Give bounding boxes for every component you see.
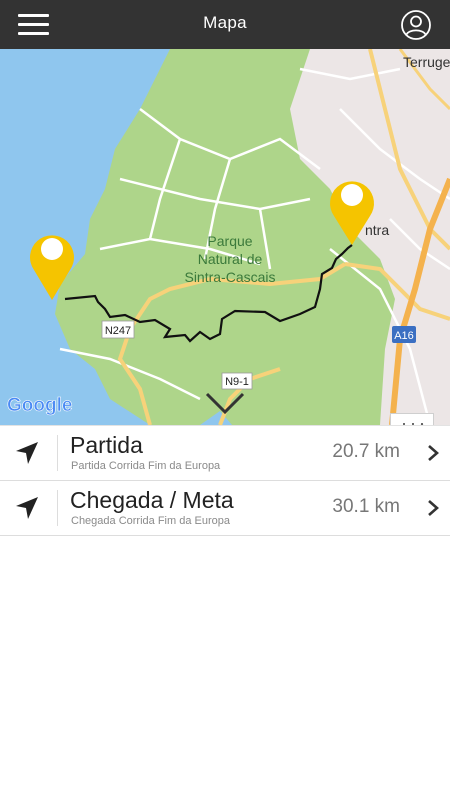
navigation-arrow-icon xyxy=(16,497,38,519)
list-item-title: Partida xyxy=(70,432,143,458)
park-label-1: Parque xyxy=(207,233,252,249)
list-item-distance: 30.1 km xyxy=(332,496,400,517)
divider xyxy=(57,490,58,526)
town-label-terrugem: Terruge xyxy=(403,54,450,70)
park-label-2: Natural de xyxy=(198,251,263,267)
chevron-down-icon[interactable] xyxy=(203,388,247,418)
filter-sliders-icon[interactable] xyxy=(390,413,434,425)
list-item[interactable]: Partida Partida Corrida Fim da Europa 20… xyxy=(0,425,450,481)
list-item-distance: 20.7 km xyxy=(332,441,400,462)
list-item-subtitle: Partida Corrida Fim da Europa xyxy=(71,460,221,472)
road-label-a16: A16 xyxy=(394,330,414,342)
top-app-bar: Mapa xyxy=(0,0,450,49)
chevron-right-icon xyxy=(428,445,439,461)
road-label-n247: N247 xyxy=(105,325,131,337)
map-view[interactable]: Parque Natural de Sintra-Cascais Terruge… xyxy=(0,49,450,425)
park-label-3: Sintra-Cascais xyxy=(184,269,275,285)
page-title: Mapa xyxy=(203,13,247,32)
list-item-subtitle: Chegada Corrida Fim da Europa xyxy=(71,515,230,527)
road-label-n9: N9-1 xyxy=(225,376,249,388)
town-label-sintra: ntra xyxy=(365,222,389,238)
navigation-arrow-icon xyxy=(16,442,38,464)
chevron-right-icon xyxy=(428,500,439,516)
divider xyxy=(57,435,58,471)
list-item[interactable]: Chegada / Meta Chegada Corrida Fim da Eu… xyxy=(0,481,450,536)
location-list: Partida Partida Corrida Fim da Europa 20… xyxy=(0,425,450,536)
google-logo: Google xyxy=(7,395,72,416)
user-profile-icon[interactable] xyxy=(400,9,432,41)
list-item-title: Chegada / Meta xyxy=(70,487,234,513)
